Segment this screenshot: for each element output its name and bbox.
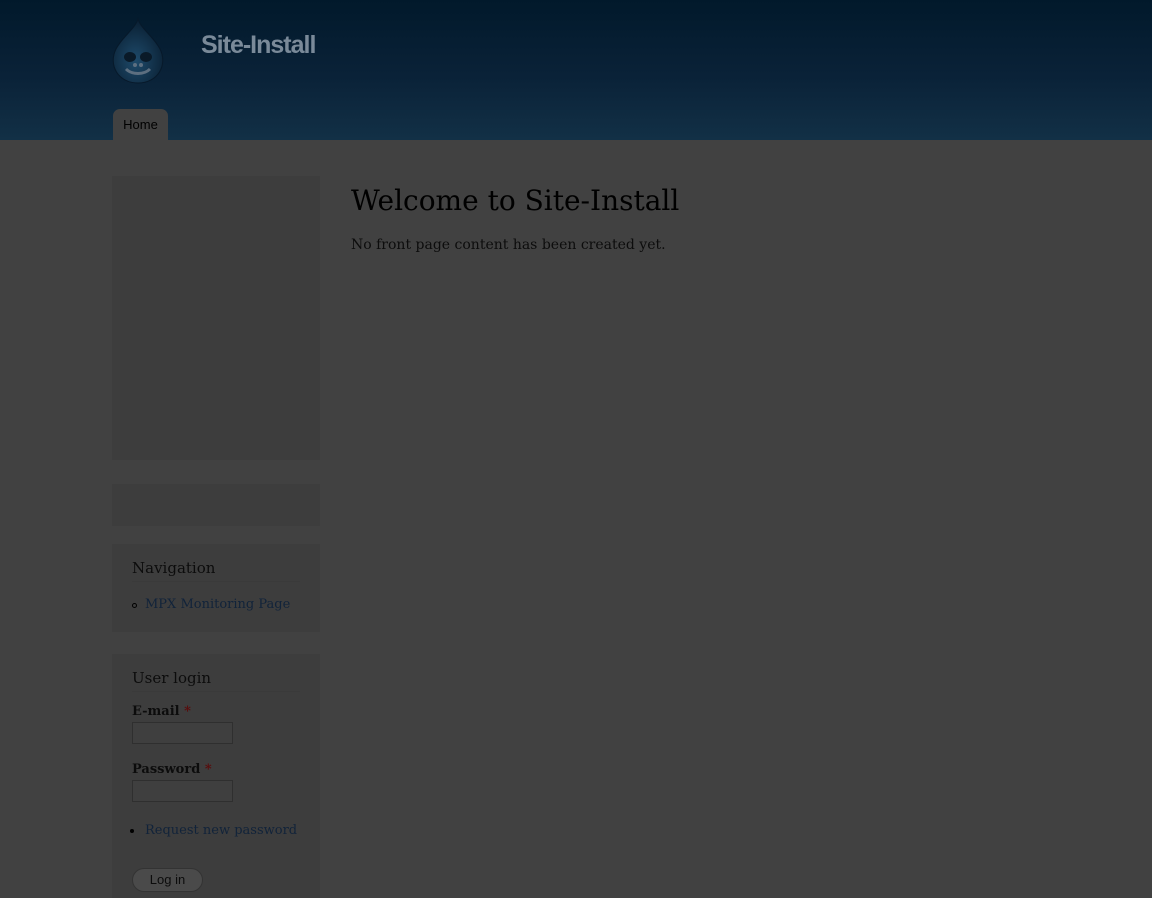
tab-home[interactable]: Home [113, 109, 168, 140]
front-page-message: No front page content has been created y… [351, 237, 666, 253]
required-marker: * [204, 762, 212, 777]
email-field[interactable] [132, 722, 233, 744]
site-name[interactable]: Site-Install [201, 31, 316, 60]
user-login-block: User login E-mail * Password * Request n… [112, 654, 320, 898]
email-label: E-mail * [132, 704, 191, 719]
list-bullet-icon [132, 603, 137, 608]
login-button[interactable]: Log in [132, 868, 203, 892]
page-title: Welcome to Site-Install [351, 184, 680, 217]
request-new-password-link[interactable]: Request new password [145, 823, 297, 838]
drupal-logo-icon[interactable] [108, 17, 168, 85]
list-bullet-icon [130, 829, 134, 833]
required-marker: * [184, 704, 191, 719]
password-label-text: Password [132, 762, 201, 777]
navigation-block: Navigation MPX Monitoring Page [112, 544, 320, 632]
site-header: Site-Install Home [0, 0, 1152, 140]
password-field[interactable] [132, 780, 233, 802]
sidebar-empty-block [112, 176, 320, 460]
email-label-text: E-mail [132, 704, 180, 719]
nav-link-mpx-monitoring-page[interactable]: MPX Monitoring Page [145, 597, 290, 612]
sidebar-empty-block-2 [112, 484, 320, 526]
user-login-title: User login [132, 669, 300, 692]
navigation-title: Navigation [132, 559, 300, 582]
password-label: Password * [132, 762, 212, 777]
